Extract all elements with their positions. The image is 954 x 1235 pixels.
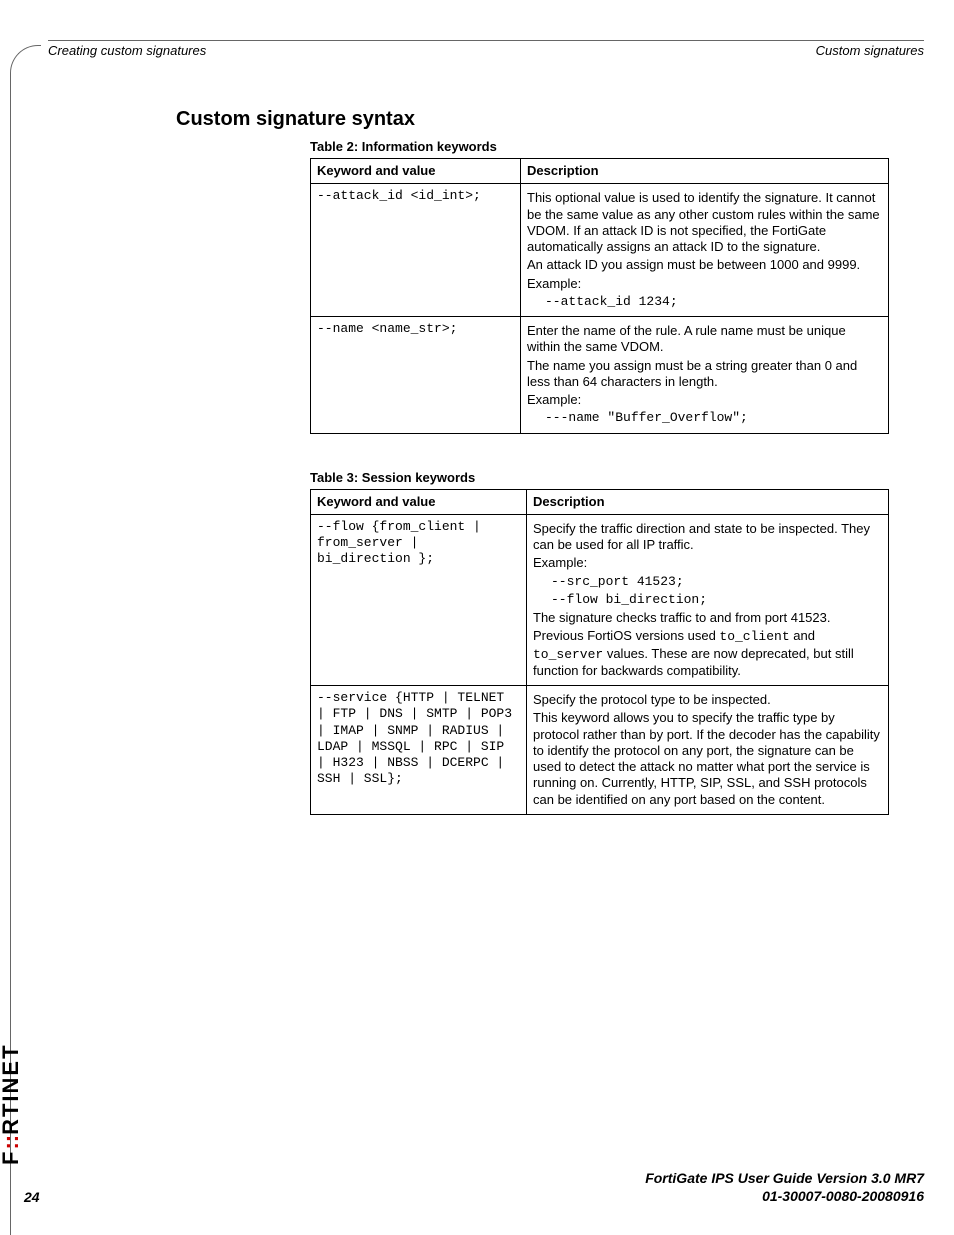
running-header: Creating custom signatures Custom signat…: [48, 40, 924, 58]
logo-part: F: [0, 1150, 23, 1165]
code-inline: to_client: [719, 629, 789, 644]
th-keyword-and-value: Keyword and value: [311, 159, 521, 184]
desc-paragraph: This keyword allows you to specify the t…: [533, 710, 882, 808]
desc-paragraph: Enter the name of the rule. A rule name …: [527, 323, 882, 356]
desc-paragraph: Specify the protocol type to be inspecte…: [533, 692, 882, 708]
desc-cell: This optional value is used to identify …: [521, 184, 889, 317]
desc-paragraph: Previous FortiOS versions used to_client…: [533, 628, 882, 679]
header-curve-decoration: [10, 45, 41, 76]
desc-paragraph: Specify the traffic direction and state …: [533, 521, 882, 554]
th-keyword-and-value: Keyword and value: [311, 489, 527, 514]
desc-cell: Specify the protocol type to be inspecte…: [527, 686, 889, 815]
table-row: --name <name_str>; Enter the name of the…: [311, 317, 889, 434]
logo-accent: ::: [0, 1135, 23, 1150]
footer-title: FortiGate IPS User Guide Version 3.0 MR7: [10, 1169, 924, 1187]
footer-docnum: 01-30007-0080-20080916: [10, 1187, 924, 1205]
desc-paragraph: The signature checks traffic to and from…: [533, 610, 882, 626]
code-example: --attack_id 1234;: [545, 294, 882, 310]
kv-cell: --service {HTTP | TELNET | FTP | DNS | S…: [311, 686, 527, 815]
code-example: ---name "Buffer_Overflow";: [545, 410, 882, 426]
kv-cell: --name <name_str>;: [311, 317, 521, 434]
header-left: Creating custom signatures: [48, 43, 206, 58]
table-row: --flow {from_client | from_server | bi_d…: [311, 514, 889, 685]
table2-caption: Table 2: Information keywords: [310, 139, 888, 154]
section-title: Custom signature syntax: [176, 108, 888, 131]
desc-paragraph: The name you assign must be a string gre…: [527, 358, 882, 391]
table-row: --attack_id <id_int>; This optional valu…: [311, 184, 889, 317]
table-header-row: Keyword and value Description: [311, 489, 889, 514]
code-inline: to_server: [533, 647, 603, 662]
header-right: Custom signatures: [816, 43, 924, 58]
code-example: --flow bi_direction;: [551, 592, 882, 608]
desc-cell: Specify the traffic direction and state …: [527, 514, 889, 685]
th-description: Description: [527, 489, 889, 514]
th-description: Description: [521, 159, 889, 184]
logo-part: RTINET: [0, 1043, 23, 1134]
table-information-keywords: Keyword and value Description --attack_i…: [310, 158, 889, 434]
page-number: 24: [24, 1189, 40, 1205]
desc-cell: Enter the name of the rule. A rule name …: [521, 317, 889, 434]
code-example: --src_port 41523;: [551, 574, 882, 590]
kv-cell: --flow {from_client | from_server | bi_d…: [311, 514, 527, 685]
kv-cell: --attack_id <id_int>;: [311, 184, 521, 317]
fortinet-logo: F::RTINET: [0, 1043, 24, 1165]
desc-paragraph: Example:: [527, 392, 882, 408]
page-footer: 24 FortiGate IPS User Guide Version 3.0 …: [10, 1169, 924, 1205]
table3-caption: Table 3: Session keywords: [310, 470, 888, 485]
table-row: --service {HTTP | TELNET | FTP | DNS | S…: [311, 686, 889, 815]
main-content: Custom signature syntax Table 2: Informa…: [176, 108, 888, 815]
desc-paragraph: Example:: [527, 276, 882, 292]
desc-paragraph: An attack ID you assign must be between …: [527, 257, 882, 273]
desc-paragraph: Example:: [533, 555, 882, 571]
table-session-keywords: Keyword and value Description --flow {fr…: [310, 489, 889, 815]
table-header-row: Keyword and value Description: [311, 159, 889, 184]
desc-paragraph: This optional value is used to identify …: [527, 190, 882, 255]
